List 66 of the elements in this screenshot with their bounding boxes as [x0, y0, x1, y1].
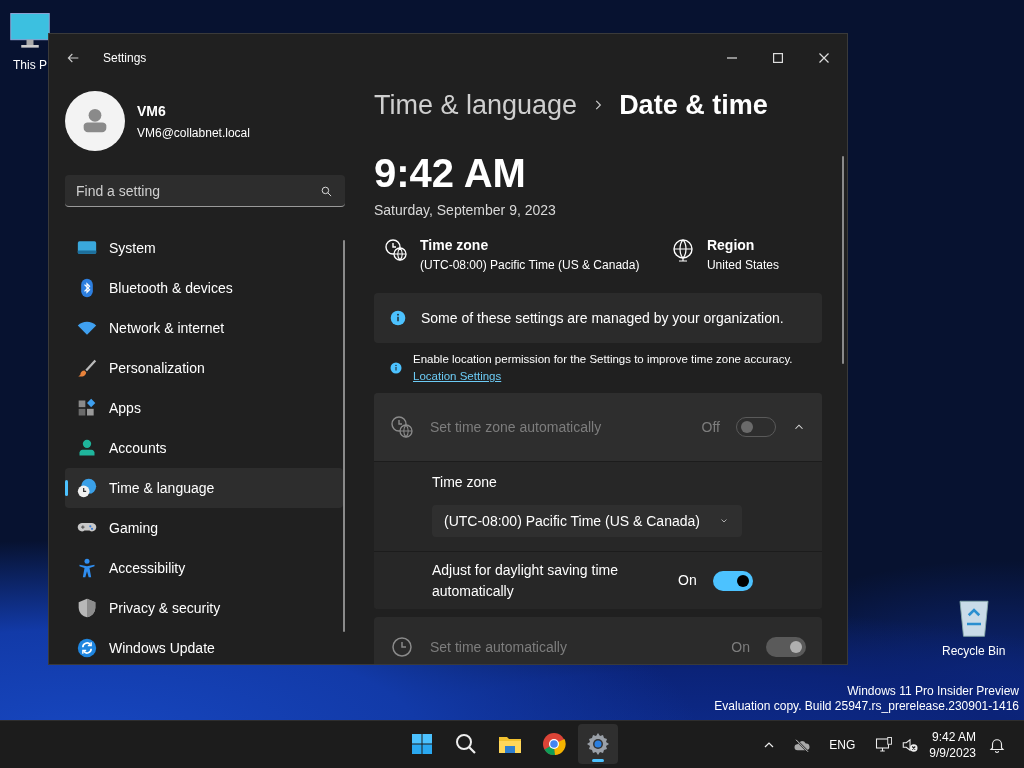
- nav-item[interactable]: Accessibility: [65, 548, 343, 588]
- nav-item[interactable]: System: [65, 228, 343, 268]
- active-indicator: [592, 759, 604, 762]
- apps-icon: [77, 398, 97, 418]
- current-time: 9:42 AM: [374, 150, 527, 196]
- maximize-icon: [773, 53, 783, 63]
- setting-label: Time zone: [432, 473, 497, 492]
- shield-icon: [77, 598, 97, 618]
- icon-label: Recycle Bin: [942, 643, 1006, 660]
- clock-globe-icon: [390, 415, 414, 439]
- watermark-text: Windows 11 Pro Insider Preview: [846, 684, 1019, 699]
- nav-item[interactable]: Accounts: [65, 428, 343, 468]
- network-icon[interactable]: [875, 735, 894, 754]
- toggle-state: On: [731, 637, 750, 657]
- banner-text: Some of these settings are managed by your organization.: [421, 308, 784, 328]
- icon-label: This P: [13, 57, 47, 74]
- globe-clock-icon: [77, 478, 97, 498]
- nav-item[interactable]: Gaming: [65, 508, 343, 548]
- minimize-icon: [727, 57, 737, 59]
- setting-label: Set time automatically: [430, 637, 568, 657]
- nav-item[interactable]: Bluetooth & devices: [65, 268, 343, 308]
- selection-indicator: [65, 480, 68, 496]
- nav-item[interactable]: Network & internet: [65, 308, 343, 348]
- gear-icon: [586, 732, 610, 756]
- watermark-text: Evaluation copy. Build 25947.rs_prerelease.230901-1416: [714, 699, 1019, 714]
- paintbrush-icon: [77, 358, 97, 378]
- toggle-state: Off: [701, 417, 720, 437]
- summary-value: United States: [706, 257, 779, 273]
- nav-item[interactable]: Time & language: [65, 468, 343, 508]
- person-icon: [77, 438, 97, 458]
- info-icon: [390, 362, 402, 374]
- browser-icon: [542, 732, 566, 756]
- summary-value: (UTC-08:00) Pacific Time (US & Canada): [420, 257, 640, 273]
- clock-icon: [390, 635, 414, 659]
- nav-item[interactable]: Personalization: [65, 348, 343, 388]
- clock-date[interactable]: 9/9/2023: [929, 744, 976, 761]
- search-icon: [454, 732, 478, 756]
- windows-logo-icon: [410, 732, 434, 756]
- language-indicator[interactable]: ENG: [829, 735, 856, 754]
- location-settings-link[interactable]: Location Settings: [413, 370, 502, 382]
- refresh-icon: [77, 638, 97, 658]
- breadcrumb-link[interactable]: Time & language: [374, 88, 578, 122]
- close-icon: [819, 53, 829, 63]
- search-icon: [320, 185, 333, 198]
- account-name: VM6: [137, 101, 167, 121]
- setting-label: Set time zone automatically: [430, 417, 603, 437]
- summary-title: Time zone: [420, 236, 490, 254]
- nav-item[interactable]: Privacy & security: [65, 588, 343, 628]
- globe-icon: [670, 238, 695, 262]
- current-date: Saturday, September 9, 2023: [374, 201, 557, 220]
- clock-globe-icon: [384, 238, 408, 262]
- info-icon: [390, 310, 406, 326]
- toggle-state: On: [678, 571, 697, 590]
- setting-label: Adjust for daylight saving time automatically: [432, 560, 619, 601]
- window-title: Settings: [103, 50, 147, 67]
- nav-item[interactable]: Windows Update: [65, 628, 343, 664]
- accessibility-icon: [77, 558, 97, 578]
- search-field[interactable]: Find a setting: [65, 175, 345, 207]
- page-title: Date & time: [619, 89, 768, 122]
- summary-title: Region: [706, 236, 756, 254]
- scrollbar[interactable]: [842, 156, 844, 364]
- notice-text: Enable location permission for the Settings to improve time zone accuracy.: [413, 352, 793, 367]
- clock-time[interactable]: 9:42 AM: [929, 728, 976, 745]
- nav-item[interactable]: Apps: [65, 388, 343, 428]
- scrollbar[interactable]: [343, 240, 345, 632]
- account-email: VM6@collabnet.local: [137, 124, 250, 142]
